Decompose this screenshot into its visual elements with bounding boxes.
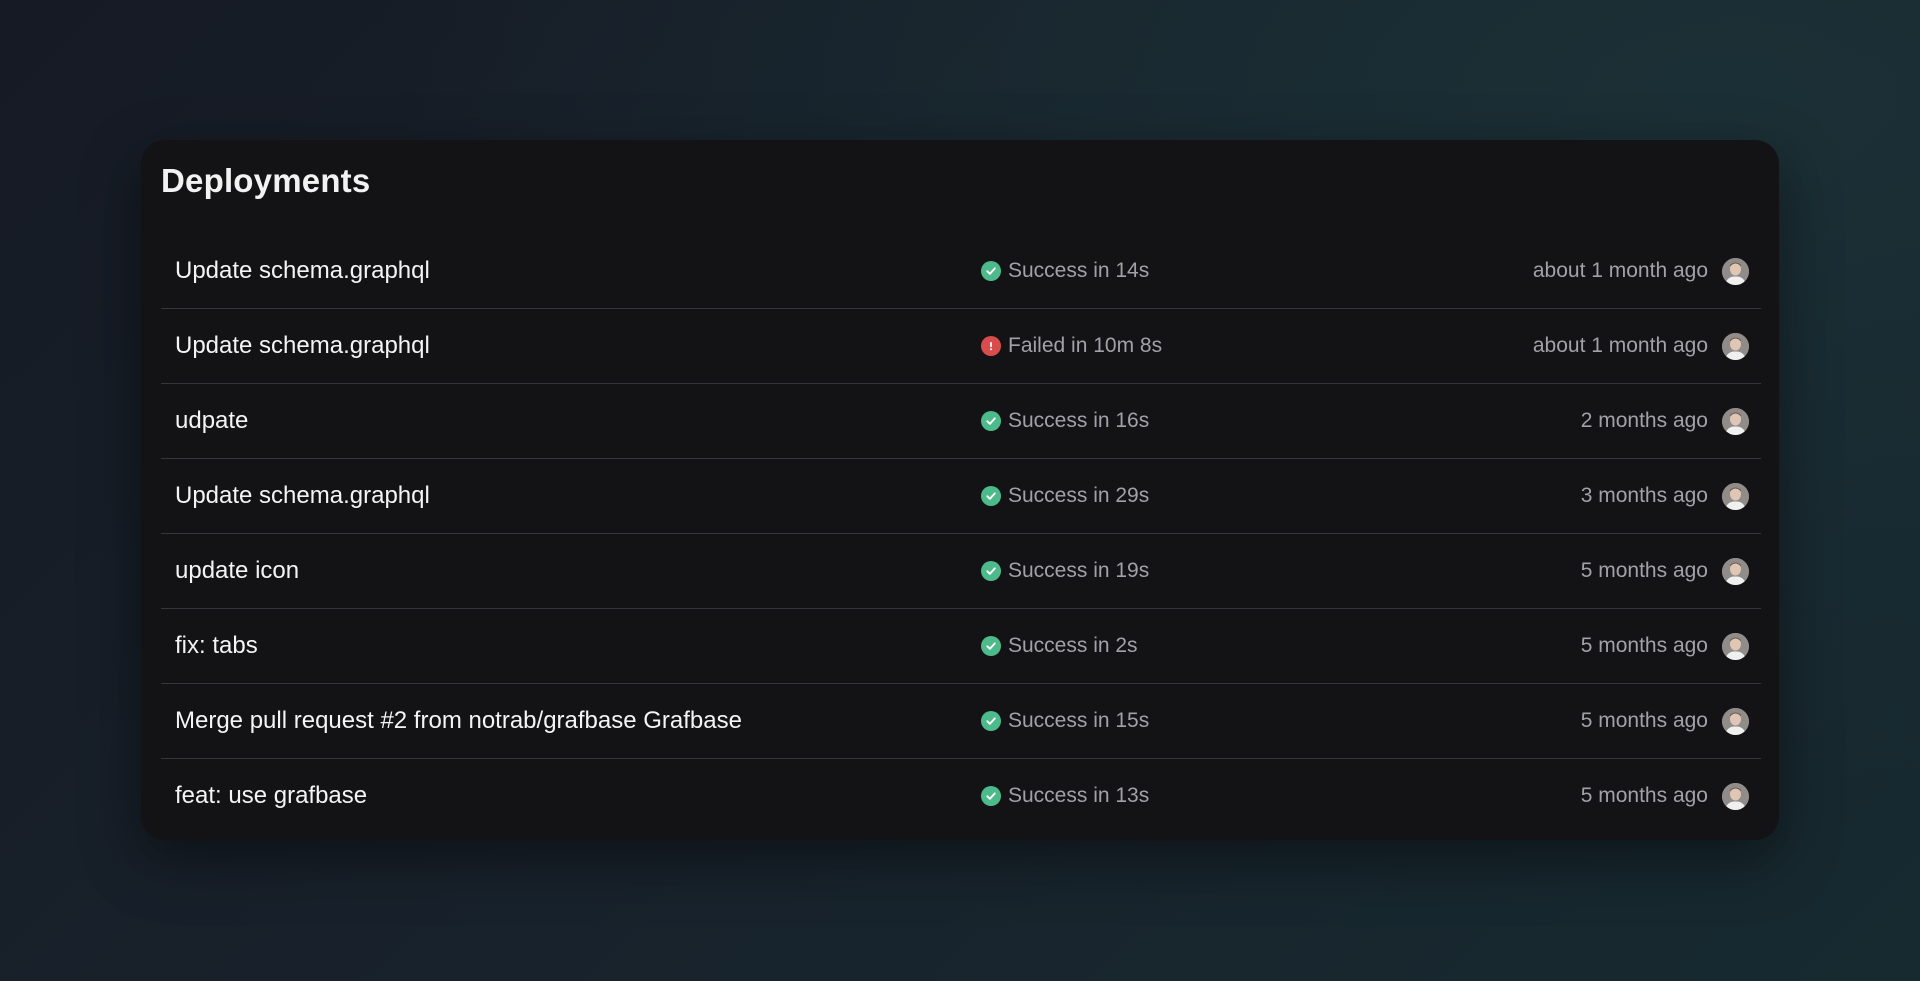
deployment-row[interactable]: Merge pull request #2 from notrab/grafba… — [161, 684, 1761, 759]
deployments-card: Deployments Update schema.graphql Succes… — [141, 140, 1779, 840]
deployment-row[interactable]: update icon Success in 19s 5 months ago — [161, 534, 1761, 609]
status-text: Success in 16s — [1008, 409, 1150, 432]
error-circle-icon — [981, 336, 1001, 356]
user-avatar[interactable] — [1722, 407, 1749, 435]
commit-message: Merge pull request #2 from notrab/grafba… — [175, 707, 742, 734]
user-avatar[interactable] — [1722, 482, 1749, 510]
commit-message: fix: tabs — [175, 632, 258, 659]
check-circle-icon — [981, 486, 1001, 506]
check-circle-icon — [981, 561, 1001, 581]
status-text: Success in 2s — [1008, 634, 1138, 657]
status-text: Failed in 10m 8s — [1008, 334, 1163, 357]
deployment-status: Success in 19s — [981, 559, 1149, 583]
deployment-time: about 1 month ago — [1532, 334, 1708, 357]
deployment-row[interactable]: feat: use grafbase Success in 13s 5 mont… — [161, 759, 1761, 833]
status-text: Success in 13s — [1008, 784, 1150, 807]
commit-message: Update schema.graphql — [175, 482, 430, 509]
status-text: Success in 19s — [1008, 559, 1150, 582]
deployment-status: Success in 15s — [981, 709, 1149, 733]
deployment-row[interactable]: fix: tabs Success in 2s 5 months ago — [161, 609, 1761, 684]
deployment-time: 3 months ago — [1580, 484, 1708, 507]
deployments-list: Update schema.graphql Success in 14s abo… — [161, 234, 1761, 833]
commit-message: Update schema.graphql — [175, 332, 430, 359]
deployment-time: 5 months ago — [1580, 634, 1708, 657]
status-text: Success in 15s — [1008, 709, 1150, 732]
deployment-time: 2 months ago — [1580, 409, 1708, 432]
user-avatar[interactable] — [1722, 332, 1749, 360]
check-circle-icon — [981, 636, 1001, 656]
commit-message: Update schema.graphql — [175, 257, 430, 284]
deployment-status: Success in 2s — [981, 634, 1138, 658]
status-text: Success in 29s — [1008, 484, 1150, 507]
deployment-status: Failed in 10m 8s — [981, 334, 1162, 358]
user-avatar[interactable] — [1722, 782, 1749, 810]
deployment-time: 5 months ago — [1580, 559, 1708, 582]
page-title: Deployments — [161, 162, 371, 199]
check-circle-icon — [981, 786, 1001, 806]
check-circle-icon — [981, 411, 1001, 431]
user-avatar[interactable] — [1722, 632, 1749, 660]
deployment-status: Success in 29s — [981, 484, 1149, 508]
user-avatar[interactable] — [1722, 257, 1749, 285]
deployment-row[interactable]: udpate Success in 16s 2 months ago — [161, 384, 1761, 459]
check-circle-icon — [981, 711, 1001, 731]
check-circle-icon — [981, 261, 1001, 281]
user-avatar[interactable] — [1722, 557, 1749, 585]
deployment-time: 5 months ago — [1580, 784, 1708, 807]
deployment-status: Success in 14s — [981, 259, 1149, 283]
deployment-time: 5 months ago — [1580, 709, 1708, 732]
commit-message: udpate — [175, 407, 249, 434]
deployment-time: about 1 month ago — [1532, 259, 1708, 282]
user-avatar[interactable] — [1722, 707, 1749, 735]
commit-message: update icon — [175, 557, 300, 584]
deployment-status: Success in 16s — [981, 409, 1149, 433]
commit-message: feat: use grafbase — [175, 782, 368, 809]
deployment-status: Success in 13s — [981, 784, 1149, 808]
deployment-row[interactable]: Update schema.graphql Success in 29s 3 m… — [161, 459, 1761, 534]
status-text: Success in 14s — [1008, 259, 1150, 282]
deployment-row[interactable]: Update schema.graphql Failed in 10m 8s a… — [161, 309, 1761, 384]
deployment-row[interactable]: Update schema.graphql Success in 14s abo… — [161, 234, 1761, 309]
